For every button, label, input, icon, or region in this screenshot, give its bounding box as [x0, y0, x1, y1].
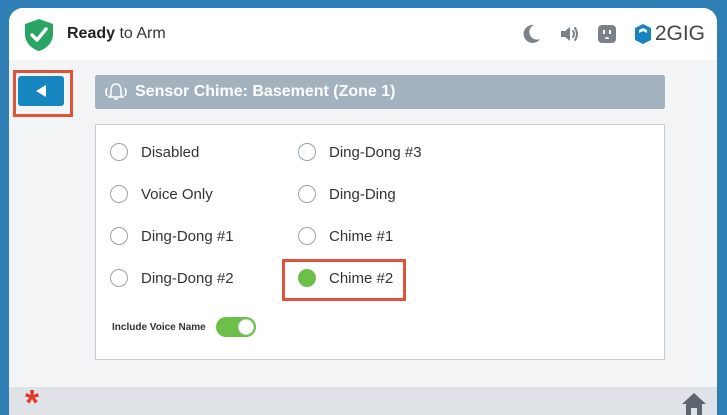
home-icon[interactable] [681, 391, 707, 415]
chime-options-panel: Disabled Ding-Dong #3 Voice Only Ding-Di… [95, 124, 665, 360]
option-label: Chime #1 [329, 227, 394, 245]
option-label: Ding-Dong #1 [141, 227, 234, 245]
option-chime-1[interactable]: Chime #1 [298, 227, 393, 245]
radio-button[interactable] [110, 227, 128, 245]
radio-button[interactable] [110, 269, 128, 287]
option-label: Voice Only [141, 185, 213, 203]
content-area: Sensor Chime: Basement (Zone 1) Disabled… [9, 60, 717, 387]
include-voice-name-toggle[interactable] [215, 317, 256, 337]
option-label: Ding-Dong #2 [141, 269, 234, 287]
option-ding-dong-1[interactable]: Ding-Dong #1 [110, 227, 234, 245]
brand-logo: 2GIG [634, 22, 705, 46]
top-icons: 2GIG [520, 20, 705, 48]
page-title-bar: Sensor Chime: Basement (Zone 1) [95, 75, 665, 109]
arm-status-bold: Ready [67, 25, 116, 42]
option-ding-ding[interactable]: Ding-Ding [298, 185, 396, 203]
chime-bell-icon [105, 83, 127, 100]
moon-icon[interactable] [520, 23, 542, 45]
option-ding-dong-2[interactable]: Ding-Dong #2 [110, 269, 234, 287]
radio-button[interactable] [110, 143, 128, 161]
selected-option-highlight [282, 259, 406, 301]
brand-logo-text: 2GIG [654, 22, 705, 45]
include-voice-name-label: Include Voice Name [112, 321, 206, 333]
radio-button[interactable] [298, 143, 316, 161]
radio-button[interactable] [298, 227, 316, 245]
panel-screen: Ready to Arm 2GIG Sensor Chime: Basement… [9, 8, 717, 415]
bottom-bar: * [9, 385, 717, 415]
speaker-icon[interactable] [558, 23, 580, 45]
shield-check-icon[interactable] [23, 18, 55, 52]
option-voice-only[interactable]: Voice Only [110, 185, 213, 203]
radio-button[interactable] [110, 185, 128, 203]
option-label: Disabled [141, 143, 200, 161]
asterisk-icon[interactable]: * [25, 385, 39, 415]
radio-button[interactable] [298, 185, 316, 203]
option-label: Ding-Ding [329, 185, 396, 203]
arm-status[interactable]: Ready to Arm [67, 25, 166, 43]
option-disabled[interactable]: Disabled [110, 143, 199, 161]
brand-logo-icon [634, 24, 651, 44]
option-label: Ding-Dong #3 [329, 143, 422, 161]
arm-status-rest: to Arm [115, 25, 166, 42]
include-voice-name-row: Include Voice Name [112, 317, 256, 337]
page-title: Sensor Chime: Basement (Zone 1) [135, 83, 396, 100]
outlet-icon[interactable] [596, 23, 618, 45]
status-bar: Ready to Arm 2GIG [9, 8, 717, 60]
back-button-highlight [13, 70, 73, 117]
option-ding-dong-3[interactable]: Ding-Dong #3 [298, 143, 422, 161]
toggle-knob [237, 319, 254, 335]
